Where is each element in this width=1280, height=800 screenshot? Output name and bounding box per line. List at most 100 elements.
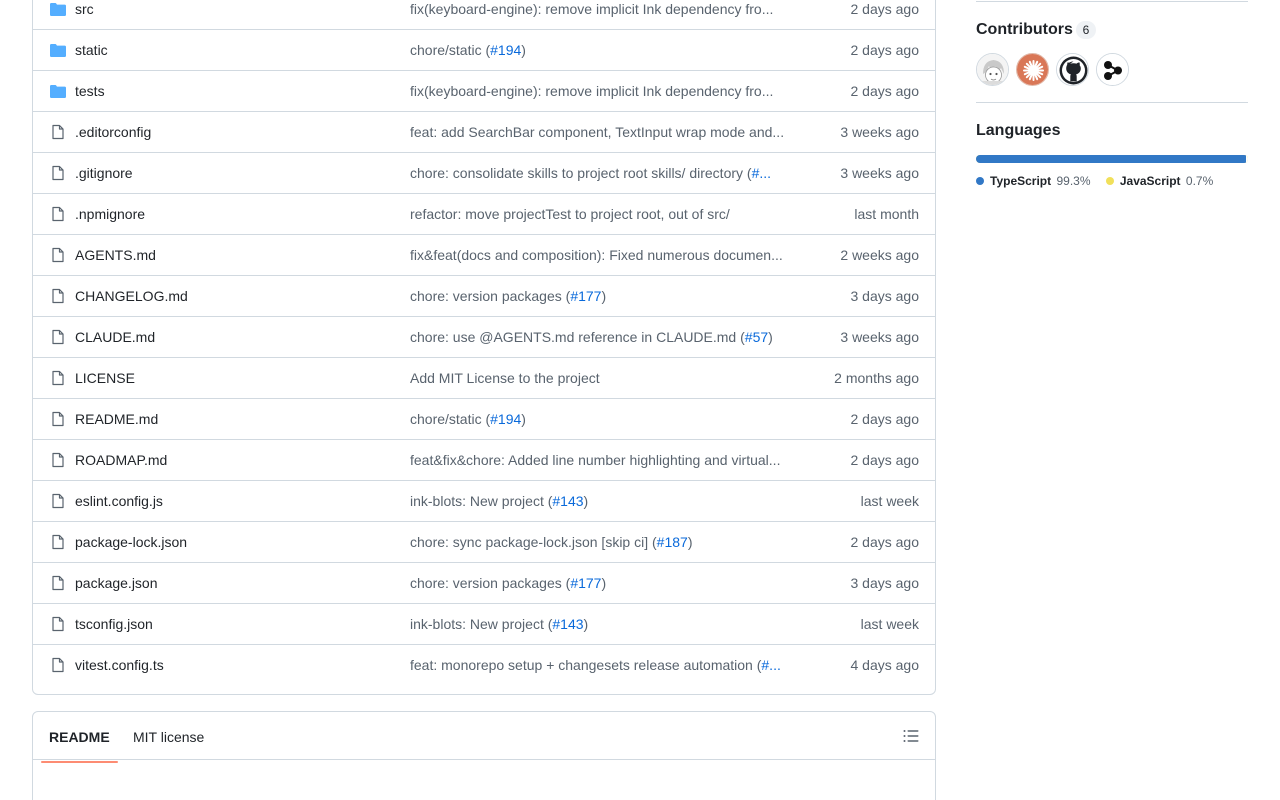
pull-request-link[interactable]: #177 <box>570 575 601 591</box>
contributors-heading[interactable]: Contributors <box>976 21 1073 39</box>
commit-message-link[interactable]: Add MIT License to the project <box>410 358 800 399</box>
table-row[interactable]: .editorconfig feat: add SearchBar compone… <box>33 112 935 153</box>
pull-request-link[interactable]: #177 <box>570 288 601 304</box>
commit-message-text: fix(keyboard-engine): remove implicit In… <box>410 83 774 99</box>
pull-request-link[interactable]: #187 <box>657 534 688 550</box>
folder-icon <box>50 44 66 57</box>
commit-message-link[interactable]: feat: add SearchBar component, TextInput… <box>410 112 800 153</box>
table-row[interactable]: src fix(keyboard-engine): remove implicit… <box>33 0 935 30</box>
language-typescript[interactable]: TypeScript 99.3% <box>976 174 1091 188</box>
commit-date: 2 days ago <box>850 1 920 17</box>
pull-request-link[interactable]: #194 <box>490 42 521 58</box>
table-row[interactable]: README.md chore/static (#194) 2 days ago <box>33 399 935 440</box>
commit-message-link[interactable]: fix&feat(docs and composition): Fixed nu… <box>410 235 800 276</box>
file-name-link[interactable]: static <box>75 30 108 71</box>
commit-message-text: refactor: move projectTest to project ro… <box>410 206 730 222</box>
file-name-link[interactable]: .gitignore <box>75 153 133 194</box>
commit-message-text: fix&feat(docs and composition): Fixed nu… <box>410 247 783 263</box>
table-row[interactable]: .npmignore refactor: move projectTest to … <box>33 194 935 235</box>
commit-message-link[interactable]: chore: consolidate skills to project roo… <box>410 153 800 194</box>
commit-message-suffix: ) <box>583 616 589 632</box>
commit-date: 3 weeks ago <box>840 165 919 181</box>
commit-message-text: chore: sync package-lock.json [skip ci] … <box>410 534 657 550</box>
table-row[interactable]: CHANGELOG.md chore: version packages (#17… <box>33 276 935 317</box>
commit-message-link[interactable]: chore/static (#194) <box>410 399 800 440</box>
commit-date: last month <box>854 206 919 222</box>
commit-message-link[interactable]: chore/static (#194) <box>410 30 800 71</box>
table-row[interactable]: tsconfig.json ink-blots: New project (#14… <box>33 604 935 645</box>
commit-message-link[interactable]: feat&fix&chore: Added line number highli… <box>410 440 800 481</box>
file-name-link[interactable]: LICENSE <box>75 358 135 399</box>
commit-message-link[interactable]: chore: sync package-lock.json [skip ci] … <box>410 522 800 563</box>
pull-request-link[interactable]: #57 <box>745 329 768 345</box>
file-name-link[interactable]: tsconfig.json <box>75 604 153 645</box>
table-row[interactable]: package-lock.json chore: sync package-loc… <box>33 522 935 563</box>
file-icon <box>52 493 64 509</box>
file-name-link[interactable]: CHANGELOG.md <box>75 276 188 317</box>
file-name-link[interactable]: tests <box>75 71 105 112</box>
file-name-link[interactable]: vitest.config.ts <box>75 645 164 686</box>
file-name-link[interactable]: README.md <box>75 399 158 440</box>
file-name-link[interactable]: eslint.config.js <box>75 481 163 522</box>
avatar-github-octocat[interactable] <box>1056 53 1089 86</box>
pull-request-link[interactable]: #... <box>761 657 780 673</box>
commit-date: 2 days ago <box>850 452 920 468</box>
commit-date: 2 days ago <box>850 83 920 99</box>
commit-message-suffix: ) <box>521 42 526 58</box>
language-bar <box>976 155 1248 163</box>
file-name-link[interactable]: AGENTS.md <box>75 235 156 276</box>
commit-message-link[interactable]: fix(keyboard-engine): remove implicit In… <box>410 71 800 112</box>
commit-message-link[interactable]: ink-blots: New project (#143) <box>410 481 800 522</box>
commit-date: 3 weeks ago <box>840 329 919 345</box>
table-row[interactable]: static chore/static (#194) 2 days ago <box>33 30 935 71</box>
table-row[interactable]: CLAUDE.md chore: use @AGENTS.md reference… <box>33 317 935 358</box>
pull-request-link[interactable]: #143 <box>552 616 583 632</box>
table-row[interactable]: vitest.config.ts feat: monorepo setup + c… <box>33 645 935 686</box>
language-bar-javascript[interactable] <box>1246 155 1248 163</box>
file-icon <box>52 206 64 222</box>
list-unordered-icon[interactable] <box>903 729 919 743</box>
commit-message-text: ink-blots: New project ( <box>410 616 553 632</box>
pull-request-link[interactable]: #... <box>752 165 771 181</box>
file-name-link[interactable]: .npmignore <box>75 194 145 235</box>
file-name-link[interactable]: package-lock.json <box>75 522 187 563</box>
commit-message-suffix: ) <box>687 534 693 550</box>
commit-message-link[interactable]: chore: version packages (#177) <box>410 563 800 604</box>
language-javascript[interactable]: JavaScript 0.7% <box>1105 174 1213 188</box>
avatar-orange-burst[interactable] <box>1016 53 1049 86</box>
file-name-link[interactable]: .editorconfig <box>75 112 151 153</box>
readme-panel: README MIT license <box>32 711 936 800</box>
commit-message-link[interactable]: fix(keyboard-engine): remove implicit In… <box>410 0 800 30</box>
tab-readme[interactable]: README <box>41 712 118 763</box>
language-bar-typescript[interactable] <box>976 155 1246 163</box>
pull-request-link[interactable]: #194 <box>490 411 521 427</box>
file-icon <box>52 165 64 181</box>
commit-message-link[interactable]: feat: monorepo setup + changesets releas… <box>410 645 800 686</box>
table-row[interactable]: .gitignore chore: consolidate skills to p… <box>33 153 935 194</box>
commit-message-link[interactable]: chore: version packages (#177) <box>410 276 800 317</box>
commit-date: 3 weeks ago <box>840 124 919 140</box>
table-row[interactable]: package.json chore: version packages (#17… <box>33 563 935 604</box>
file-icon <box>52 329 64 345</box>
commit-message-text: Add MIT License to the project <box>410 370 600 386</box>
commit-message-link[interactable]: chore: use @AGENTS.md reference in CLAUD… <box>410 317 800 358</box>
commit-message-link[interactable]: refactor: move projectTest to project ro… <box>410 194 800 235</box>
tab-mit-license[interactable]: MIT license <box>125 712 212 762</box>
table-row[interactable]: eslint.config.js ink-blots: New project (… <box>33 481 935 522</box>
commit-date: 2 days ago <box>850 42 920 58</box>
commit-message-text: feat: monorepo setup + changesets releas… <box>410 657 762 673</box>
table-row[interactable]: LICENSE Add MIT License to the project 2 m… <box>33 358 935 399</box>
folder-icon <box>50 85 66 98</box>
pull-request-link[interactable]: #143 <box>552 493 583 509</box>
table-row[interactable]: AGENTS.md fix&feat(docs and composition):… <box>33 235 935 276</box>
file-name-link[interactable]: CLAUDE.md <box>75 317 155 358</box>
avatar-anime[interactable] <box>976 53 1009 86</box>
file-name-link[interactable]: ROADMAP.md <box>75 440 167 481</box>
table-row[interactable]: tests fix(keyboard-engine): remove implic… <box>33 71 935 112</box>
avatar-molecule[interactable] <box>1096 53 1129 86</box>
file-name-link[interactable]: src <box>75 0 94 30</box>
commit-message-link[interactable]: ink-blots: New project (#143) <box>410 604 800 645</box>
table-row[interactable]: ROADMAP.md feat&fix&chore: Added line num… <box>33 440 935 481</box>
file-name-link[interactable]: package.json <box>75 563 158 604</box>
commit-message-text: chore: version packages ( <box>410 288 571 304</box>
